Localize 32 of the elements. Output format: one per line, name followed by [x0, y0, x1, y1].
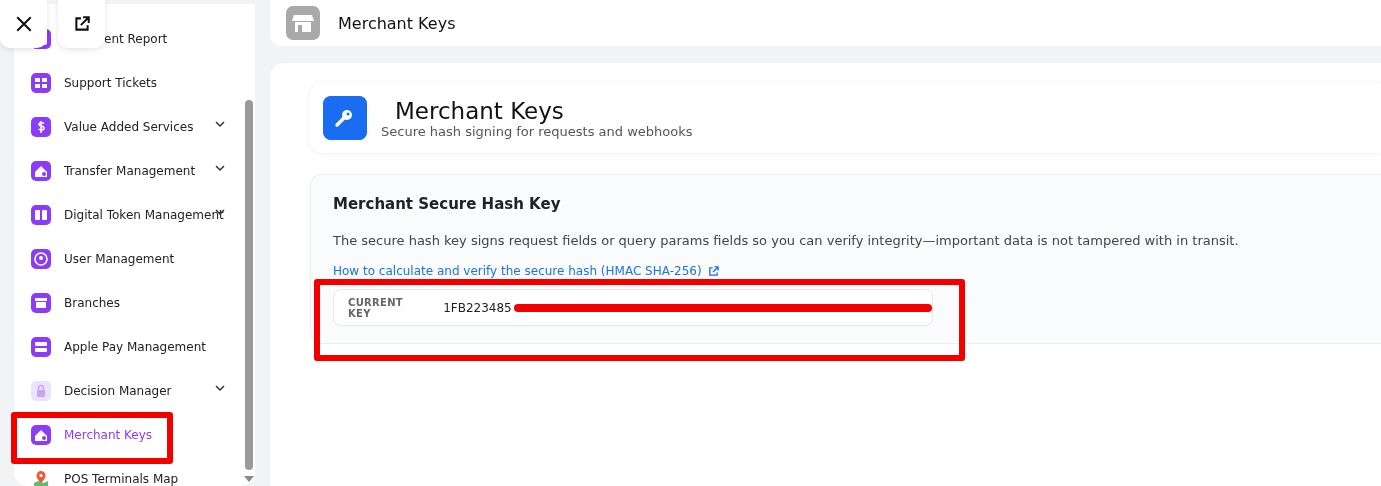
- chevron-down-icon[interactable]: [215, 164, 225, 172]
- sidebar-item[interactable]: Branches: [14, 281, 243, 325]
- close-button[interactable]: [0, 0, 47, 48]
- key-icon: [323, 96, 367, 140]
- header-subtitle: Secure hash signing for requests and webhooks: [381, 123, 693, 139]
- sidebar-item[interactable]: Support Tickets: [14, 61, 243, 105]
- scroll-down-arrow-icon[interactable]: [244, 476, 254, 482]
- page-title: Merchant Keys: [338, 13, 456, 33]
- help-link[interactable]: How to calculate and verify the secure hash (HMAC SHA-256): [333, 264, 719, 278]
- store-icon: [286, 6, 320, 40]
- close-icon: [14, 15, 33, 33]
- sidebar-item[interactable]: User Management: [14, 237, 243, 281]
- chevron-down-icon[interactable]: [215, 384, 225, 392]
- sidebar-item[interactable]: Merchant Keys: [14, 413, 243, 457]
- scrollbar-thumb[interactable]: [245, 100, 253, 470]
- sidebar-item[interactable]: Value Added Services: [14, 105, 243, 149]
- header-title: Merchant Keys: [395, 97, 565, 124]
- sidebar-item[interactable]: Apple Pay Management: [14, 325, 243, 369]
- sidebar-item[interactable]: POS Terminals Map: [14, 457, 243, 486]
- external-link-icon: [72, 15, 91, 33]
- card-title: Merchant Secure Hash Key: [333, 195, 562, 213]
- chevron-down-icon[interactable]: [215, 208, 225, 216]
- chevron-down-icon[interactable]: [215, 120, 225, 128]
- sidebar-item[interactable]: Digital Token Management: [14, 193, 243, 237]
- card-description: The secure hash key signs request fields or query params fields so you can verify integrity—important data is not tampered with in transit.: [333, 233, 1240, 248]
- sidebar-item[interactable]: Decision Manager: [14, 369, 243, 413]
- key-value: 1FB223485: [443, 300, 512, 315]
- key-field[interactable]: CURRENT KEY 1FB223485: [333, 289, 933, 326]
- sidebar-item[interactable]: Transfer Management: [14, 149, 243, 193]
- external-link-icon: [707, 265, 719, 277]
- key-label: CURRENT KEY: [348, 296, 404, 319]
- open-external-button[interactable]: [58, 0, 105, 48]
